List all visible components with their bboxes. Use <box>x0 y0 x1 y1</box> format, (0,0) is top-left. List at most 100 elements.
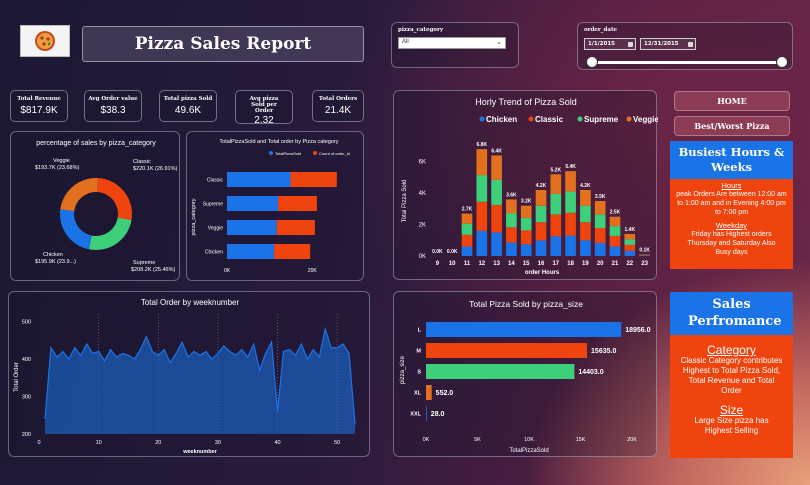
axis-label: pizza_size <box>400 355 406 384</box>
donut-label: Classic $220.1K (26.91%) <box>133 159 178 172</box>
tick-label: 15 <box>523 261 530 267</box>
axis-label: Total Order <box>14 362 20 392</box>
bar-segment <box>535 222 547 241</box>
data-label: 0.1K <box>639 247 650 253</box>
legend-marker <box>479 116 485 122</box>
bar-segment <box>594 242 606 256</box>
bar-segment <box>580 205 591 223</box>
bar-segment <box>550 214 562 237</box>
hourly-chart: Horly Trend of Pizza Sold Chicken Classic S… <box>402 97 659 276</box>
bar <box>426 385 432 400</box>
date-slider-end-handle[interactable] <box>776 56 788 68</box>
kpi-value: 21.4K <box>324 105 352 116</box>
date-slider-start-handle[interactable] <box>586 56 598 68</box>
bar-segment <box>506 199 517 214</box>
bar-segment <box>565 212 576 236</box>
data-label: 3.5K <box>595 194 606 200</box>
category-heading: Category <box>707 343 756 357</box>
kpi-value: $38.3 <box>100 105 126 116</box>
bar-segment <box>491 232 502 256</box>
data-label: 4.2K <box>536 183 547 189</box>
performance-body: Category Classic Category contributes Hi… <box>670 335 793 458</box>
data-label: 4.2K <box>580 183 591 189</box>
bar-segment <box>565 191 576 213</box>
bar-segment <box>520 217 532 231</box>
chevron-down-icon: ⌄ <box>496 38 502 46</box>
kpi-value: 49.6K <box>174 105 202 116</box>
category-filter: pizza_category All ⌄ <box>391 22 519 68</box>
date-start-input[interactable]: 1/1/2015 <box>584 38 636 50</box>
kpi-card: Avg pizza Sold per Order 2.32 <box>235 90 293 126</box>
tick-label: 20 <box>597 261 604 267</box>
size-chart: Total Pizza Sold by pizza_size pizza_size… <box>400 299 651 454</box>
legend-marker <box>528 116 534 122</box>
donut-label: Supreme $208.2K (25.46%) <box>131 260 176 273</box>
kpi-value: $817.9K <box>20 105 58 116</box>
axis-label: pizza_category <box>191 198 197 235</box>
tick-label: 400 <box>22 357 31 363</box>
data-label: 15635.0 <box>591 348 616 355</box>
donut-chart: percentage of sales by pizza_category Cla… <box>35 140 178 273</box>
tick-label: 17 <box>552 261 559 267</box>
donut-slice <box>97 178 132 221</box>
bar-segment <box>580 190 591 206</box>
data-label: 2.7K <box>462 207 473 213</box>
bar-segment <box>491 204 502 233</box>
busiest-title: Busiest Hours & Weeks <box>670 141 793 179</box>
legend-label: TotalPizzaSold <box>275 151 301 156</box>
data-label: 552.0 <box>436 390 454 397</box>
category-label: Veggie <box>208 226 224 232</box>
bar-segment <box>609 216 621 227</box>
date-end-input[interactable]: 12/31/2015 <box>640 38 696 50</box>
chart-title: Total Order by weeknumber <box>141 298 240 307</box>
tick-label: 200 <box>22 432 31 438</box>
bar-segment <box>476 175 488 202</box>
category-label: Chicken <box>205 250 223 256</box>
tick-label: 23 <box>641 261 648 267</box>
tick-label: 20K <box>308 268 318 274</box>
home-button[interactable]: HOME <box>674 91 790 111</box>
category-select[interactable]: All ⌄ <box>398 37 506 49</box>
hours-text: peak Orders Are between 12:00 am to 1:00… <box>676 191 787 216</box>
donut-slice <box>60 178 98 212</box>
bar-segment <box>624 250 636 256</box>
bar-segment <box>565 235 576 256</box>
tick-label: 0K <box>423 437 430 443</box>
tick-label: 12 <box>478 261 485 267</box>
data-label: 3.2K <box>521 199 532 205</box>
tick-label: 19 <box>582 261 589 267</box>
date-slider-track[interactable] <box>592 61 782 64</box>
category-label: L <box>418 328 422 334</box>
tick-label: 18 <box>567 261 574 267</box>
tick-label: 13 <box>493 261 500 267</box>
tick-label: 4K <box>419 191 426 197</box>
tick-label: 2K <box>419 223 426 229</box>
bar-segment <box>520 230 532 245</box>
legend-marker <box>269 151 273 155</box>
tick-label: 16 <box>538 261 545 267</box>
tick-label: 10 <box>449 261 456 267</box>
data-label: 0.0K <box>432 249 443 255</box>
bar-segment <box>624 244 636 251</box>
tick-label: 30 <box>215 440 221 446</box>
best-worst-pizza-button[interactable]: Best/Worst Pizza <box>674 116 790 136</box>
chart-title: Horly Trend of Pizza Sold <box>475 97 577 107</box>
legend-label: Supreme <box>584 115 619 124</box>
area-fill <box>44 329 356 434</box>
bar-segment <box>520 244 532 256</box>
bar-segment <box>594 228 606 243</box>
tick-label: 5K <box>474 437 481 443</box>
bar <box>278 196 317 211</box>
data-label: 5.2K <box>551 167 562 173</box>
size-panel: Total Pizza Sold by pizza_size pizza_size… <box>393 291 657 457</box>
bar <box>426 364 575 379</box>
tick-label: 40 <box>274 440 280 446</box>
legend-label: Chicken <box>486 115 517 124</box>
chart-title: TotalPizzaSold and Total order by Pizza … <box>219 139 338 145</box>
data-label: 5.4K <box>565 164 576 170</box>
bar-segment <box>624 239 636 245</box>
bar <box>426 406 427 421</box>
axis-label: order Hours <box>525 270 560 276</box>
bar-segment <box>550 193 562 215</box>
kpi-value: 2.32 <box>254 115 274 126</box>
